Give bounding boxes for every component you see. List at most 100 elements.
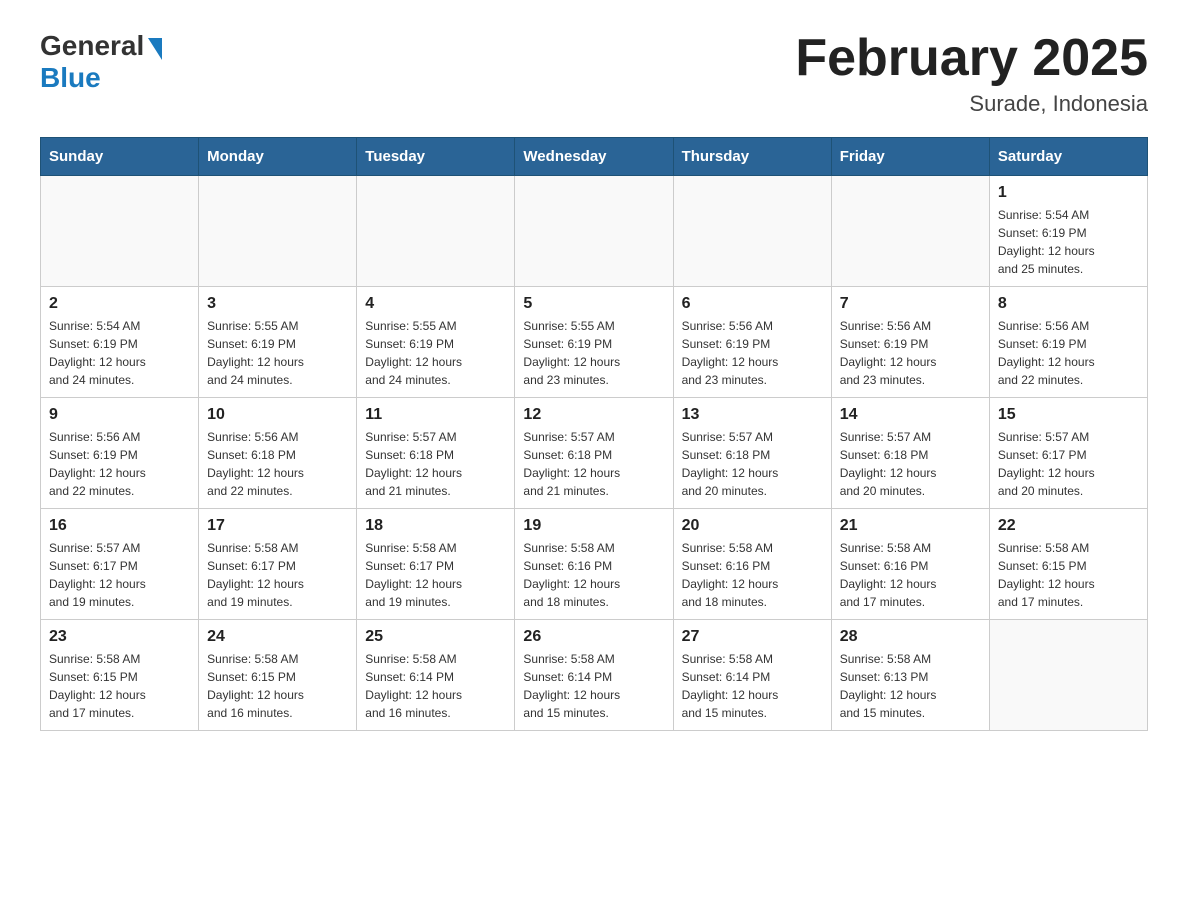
day-number: 25 bbox=[365, 628, 506, 646]
calendar-cell: 6 Sunrise: 5:56 AM Sunset: 6:19 PM Daylig… bbox=[673, 287, 831, 398]
calendar-cell: 19 Sunrise: 5:58 AM Sunset: 6:16 PM Dayli… bbox=[515, 509, 673, 620]
calendar-cell: 27 Sunrise: 5:58 AM Sunset: 6:14 PM Dayli… bbox=[673, 620, 831, 731]
calendar-header-tuesday: Tuesday bbox=[357, 138, 515, 176]
day-number: 17 bbox=[207, 517, 348, 535]
day-number: 7 bbox=[840, 295, 981, 313]
calendar-week-row: 16 Sunrise: 5:57 AM Sunset: 6:17 PM Dayli… bbox=[41, 509, 1148, 620]
day-info: Sunrise: 5:58 AM Sunset: 6:17 PM Dayligh… bbox=[365, 539, 506, 611]
calendar-week-row: 23Sunrise: 5:58 AM Sunset: 6:15 PM Dayli… bbox=[41, 620, 1148, 731]
calendar-cell: 7 Sunrise: 5:56 AM Sunset: 6:19 PM Daylig… bbox=[831, 287, 989, 398]
day-number: 21 bbox=[840, 517, 981, 535]
calendar-header-monday: Monday bbox=[199, 138, 357, 176]
day-number: 11 bbox=[365, 406, 506, 424]
day-info: Sunrise: 5:57 AM Sunset: 6:18 PM Dayligh… bbox=[523, 428, 664, 500]
calendar-cell bbox=[673, 176, 831, 287]
calendar-cell: 17 Sunrise: 5:58 AM Sunset: 6:17 PM Dayli… bbox=[199, 509, 357, 620]
day-info: Sunrise: 5:58 AM Sunset: 6:17 PM Dayligh… bbox=[207, 539, 348, 611]
day-number: 12 bbox=[523, 406, 664, 424]
day-info: Sunrise: 5:57 AM Sunset: 6:18 PM Dayligh… bbox=[840, 428, 981, 500]
day-info: Sunrise: 5:58 AM Sunset: 6:15 PM Dayligh… bbox=[207, 650, 348, 722]
day-number: 8 bbox=[998, 295, 1139, 313]
day-info: Sunrise: 5:58 AM Sunset: 6:14 PM Dayligh… bbox=[523, 650, 664, 722]
calendar-cell: 28 Sunrise: 5:58 AM Sunset: 6:13 PM Dayli… bbox=[831, 620, 989, 731]
calendar-week-row: 1 Sunrise: 5:54 AM Sunset: 6:19 PM Daylig… bbox=[41, 176, 1148, 287]
day-info: Sunrise: 5:55 AM Sunset: 6:19 PM Dayligh… bbox=[365, 317, 506, 389]
logo-general-text: General bbox=[40, 30, 144, 62]
calendar-cell bbox=[41, 176, 199, 287]
calendar-cell: 8 Sunrise: 5:56 AM Sunset: 6:19 PM Daylig… bbox=[989, 287, 1147, 398]
day-number: 20 bbox=[682, 517, 823, 535]
calendar-table: SundayMondayTuesdayWednesdayThursdayFrid… bbox=[40, 137, 1148, 731]
calendar-cell: 24 Sunrise: 5:58 AM Sunset: 6:15 PM Dayli… bbox=[199, 620, 357, 731]
day-number: 4 bbox=[365, 295, 506, 313]
day-number: 14 bbox=[840, 406, 981, 424]
day-number: 24 bbox=[207, 628, 348, 646]
calendar-cell bbox=[199, 176, 357, 287]
calendar-cell: 3 Sunrise: 5:55 AM Sunset: 6:19 PM Daylig… bbox=[199, 287, 357, 398]
calendar-cell: 21 Sunrise: 5:58 AM Sunset: 6:16 PM Dayli… bbox=[831, 509, 989, 620]
day-number: 15 bbox=[998, 406, 1139, 424]
calendar-cell bbox=[831, 176, 989, 287]
calendar-cell: 13 Sunrise: 5:57 AM Sunset: 6:18 PM Dayli… bbox=[673, 398, 831, 509]
calendar-cell: 5 Sunrise: 5:55 AM Sunset: 6:19 PM Daylig… bbox=[515, 287, 673, 398]
day-number: 9 bbox=[49, 406, 190, 424]
page-header: General Blue February 2025 Surade, Indon… bbox=[40, 30, 1148, 117]
calendar-cell: 12 Sunrise: 5:57 AM Sunset: 6:18 PM Dayli… bbox=[515, 398, 673, 509]
day-number: 16 bbox=[49, 517, 190, 535]
day-info: Sunrise: 5:57 AM Sunset: 6:17 PM Dayligh… bbox=[998, 428, 1139, 500]
day-info: Sunrise: 5:58 AM Sunset: 6:16 PM Dayligh… bbox=[840, 539, 981, 611]
day-info: Sunrise: 5:58 AM Sunset: 6:16 PM Dayligh… bbox=[523, 539, 664, 611]
calendar-cell: 15 Sunrise: 5:57 AM Sunset: 6:17 PM Dayli… bbox=[989, 398, 1147, 509]
calendar-cell bbox=[989, 620, 1147, 731]
calendar-week-row: 2 Sunrise: 5:54 AM Sunset: 6:19 PM Daylig… bbox=[41, 287, 1148, 398]
day-info: Sunrise: 5:57 AM Sunset: 6:18 PM Dayligh… bbox=[682, 428, 823, 500]
day-info: Sunrise: 5:56 AM Sunset: 6:19 PM Dayligh… bbox=[682, 317, 823, 389]
day-info: Sunrise: 5:57 AM Sunset: 6:17 PM Dayligh… bbox=[49, 539, 190, 611]
logo-blue-text: Blue bbox=[40, 62, 101, 94]
day-info: Sunrise: 5:58 AM Sunset: 6:15 PM Dayligh… bbox=[998, 539, 1139, 611]
day-info: Sunrise: 5:58 AM Sunset: 6:13 PM Dayligh… bbox=[840, 650, 981, 722]
day-info: Sunrise: 5:55 AM Sunset: 6:19 PM Dayligh… bbox=[523, 317, 664, 389]
day-info: Sunrise: 5:56 AM Sunset: 6:19 PM Dayligh… bbox=[840, 317, 981, 389]
calendar-cell: 22 Sunrise: 5:58 AM Sunset: 6:15 PM Dayli… bbox=[989, 509, 1147, 620]
day-number: 19 bbox=[523, 517, 664, 535]
day-number: 13 bbox=[682, 406, 823, 424]
day-info: Sunrise: 5:58 AM Sunset: 6:14 PM Dayligh… bbox=[365, 650, 506, 722]
logo: General Blue bbox=[40, 30, 162, 94]
page-title: February 2025 bbox=[795, 30, 1148, 87]
day-info: Sunrise: 5:54 AM Sunset: 6:19 PM Dayligh… bbox=[49, 317, 190, 389]
calendar-cell: 2 Sunrise: 5:54 AM Sunset: 6:19 PM Daylig… bbox=[41, 287, 199, 398]
day-number: 22 bbox=[998, 517, 1139, 535]
day-info: Sunrise: 5:58 AM Sunset: 6:15 PM Dayligh… bbox=[49, 650, 190, 722]
day-info: Sunrise: 5:56 AM Sunset: 6:19 PM Dayligh… bbox=[998, 317, 1139, 389]
day-info: Sunrise: 5:54 AM Sunset: 6:19 PM Dayligh… bbox=[998, 206, 1139, 278]
day-number: 26 bbox=[523, 628, 664, 646]
day-number: 3 bbox=[207, 295, 348, 313]
day-number: 18 bbox=[365, 517, 506, 535]
calendar-cell: 26 Sunrise: 5:58 AM Sunset: 6:14 PM Dayli… bbox=[515, 620, 673, 731]
calendar-cell bbox=[357, 176, 515, 287]
calendar-cell: 10Sunrise: 5:56 AM Sunset: 6:18 PM Dayli… bbox=[199, 398, 357, 509]
location-subtitle: Surade, Indonesia bbox=[795, 91, 1148, 117]
calendar-cell: 20Sunrise: 5:58 AM Sunset: 6:16 PM Dayli… bbox=[673, 509, 831, 620]
calendar-cell: 1 Sunrise: 5:54 AM Sunset: 6:19 PM Daylig… bbox=[989, 176, 1147, 287]
day-info: Sunrise: 5:55 AM Sunset: 6:19 PM Dayligh… bbox=[207, 317, 348, 389]
day-number: 27 bbox=[682, 628, 823, 646]
calendar-header-sunday: Sunday bbox=[41, 138, 199, 176]
day-info: Sunrise: 5:58 AM Sunset: 6:14 PM Dayligh… bbox=[682, 650, 823, 722]
calendar-cell: 23Sunrise: 5:58 AM Sunset: 6:15 PM Dayli… bbox=[41, 620, 199, 731]
day-number: 28 bbox=[840, 628, 981, 646]
logo-triangle-icon bbox=[148, 38, 162, 60]
calendar-cell: 16 Sunrise: 5:57 AM Sunset: 6:17 PM Dayli… bbox=[41, 509, 199, 620]
calendar-cell: 11Sunrise: 5:57 AM Sunset: 6:18 PM Dayli… bbox=[357, 398, 515, 509]
day-number: 6 bbox=[682, 295, 823, 313]
calendar-cell: 14 Sunrise: 5:57 AM Sunset: 6:18 PM Dayli… bbox=[831, 398, 989, 509]
day-number: 5 bbox=[523, 295, 664, 313]
calendar-header-wednesday: Wednesday bbox=[515, 138, 673, 176]
calendar-header-thursday: Thursday bbox=[673, 138, 831, 176]
calendar-week-row: 9Sunrise: 5:56 AM Sunset: 6:19 PM Daylig… bbox=[41, 398, 1148, 509]
calendar-cell: 18 Sunrise: 5:58 AM Sunset: 6:17 PM Dayli… bbox=[357, 509, 515, 620]
day-number: 2 bbox=[49, 295, 190, 313]
day-number: 1 bbox=[998, 184, 1139, 202]
day-number: 10 bbox=[207, 406, 348, 424]
